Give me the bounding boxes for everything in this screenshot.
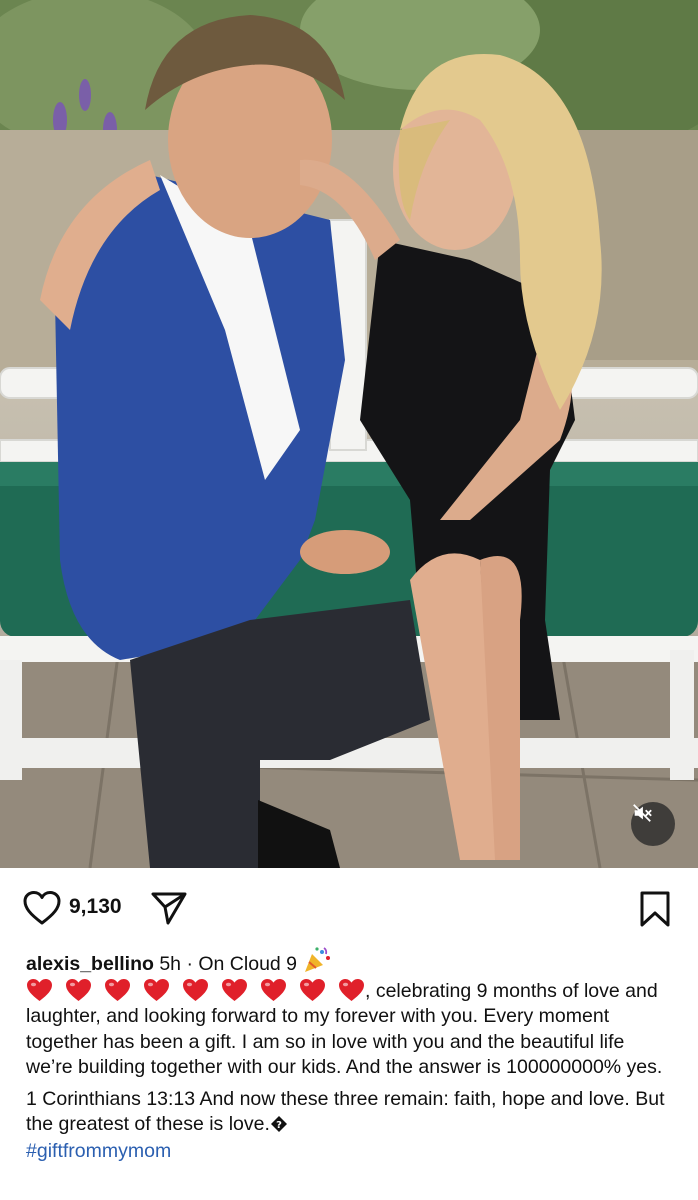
red-heart-emoji-icon [300, 978, 325, 1001]
red-heart-emoji-icon [105, 978, 130, 1001]
like-count: 9,130 [69, 895, 122, 918]
heart-outline-icon [23, 891, 61, 925]
caption-verse: 1 Corinthians 13:13 And now these three … [26, 1087, 676, 1138]
like-button[interactable] [22, 890, 62, 926]
username-link[interactable]: alexis_bellino [26, 953, 154, 975]
red-heart-emoji-icon [144, 978, 169, 1001]
bookmark-icon [640, 891, 670, 927]
heart-emoji-row [26, 978, 365, 1002]
red-heart-emoji-icon [339, 978, 364, 1001]
party-popper-icon [305, 947, 331, 972]
svg-text:?: ? [276, 1120, 282, 1131]
mute-button[interactable] [631, 802, 675, 846]
red-heart-emoji-icon [222, 978, 247, 1001]
post-action-bar: 9,130 [0, 868, 698, 946]
red-heart-emoji-icon [66, 978, 91, 1001]
meta-separator: · [186, 953, 193, 975]
paper-plane-icon [151, 892, 187, 925]
mute-icon [633, 804, 652, 822]
red-heart-emoji-icon [183, 978, 208, 1001]
photo-illustration [0, 0, 698, 868]
post-time: 5h [159, 953, 182, 975]
verse-text: 1 Corinthians 13:13 And now these three … [26, 1087, 665, 1136]
post-photo[interactable] [0, 0, 698, 868]
caption-body: , celebrating 9 months of love and laugh… [26, 978, 676, 1081]
unknown-glyph-icon: ? [270, 1116, 287, 1132]
caption-header: alexis_bellino 5h · On Cloud 9 [26, 946, 676, 978]
red-heart-emoji-icon [261, 978, 286, 1001]
red-heart-emoji-icon [27, 978, 52, 1001]
save-button[interactable] [638, 890, 672, 928]
post-caption: alexis_bellino 5h · On Cloud 9 , celebra… [26, 946, 676, 1164]
share-button[interactable] [150, 890, 188, 926]
hashtag-link[interactable]: #giftfrommymom [26, 1139, 676, 1165]
audio-label[interactable]: On Cloud 9 [198, 953, 297, 975]
